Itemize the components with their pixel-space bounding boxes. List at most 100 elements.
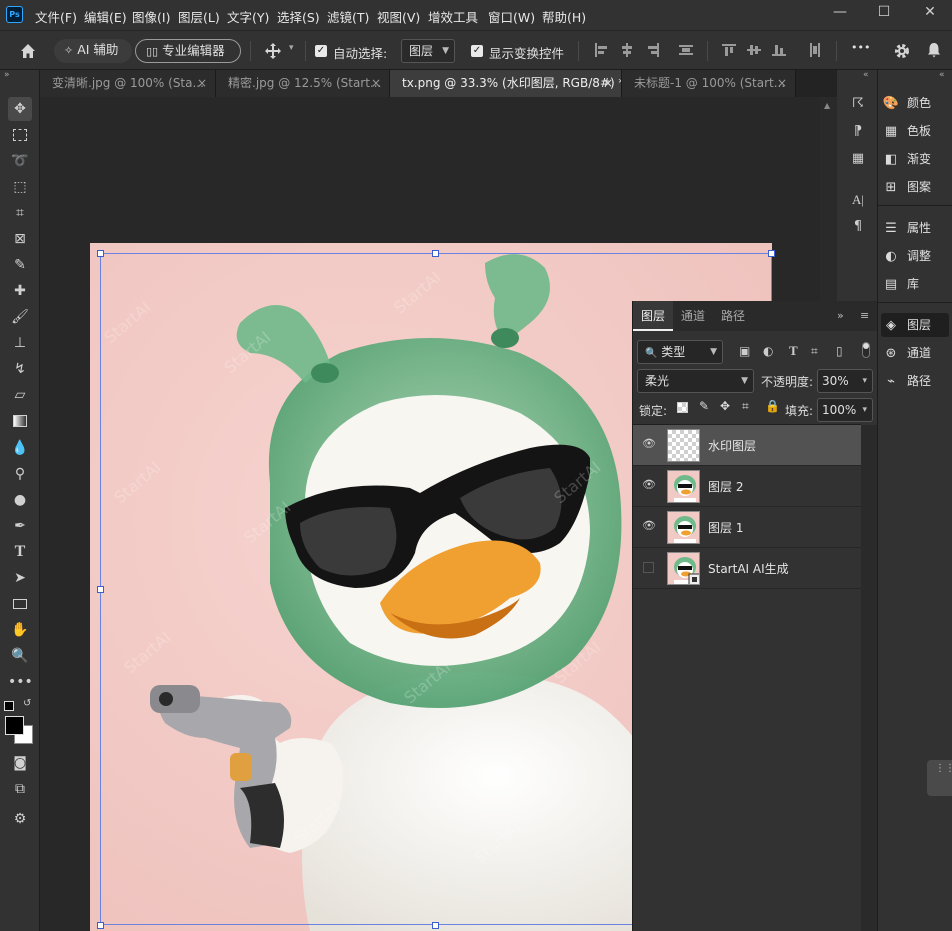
swap-colors-icon[interactable]: ↺ (23, 698, 31, 709)
move-icon[interactable] (264, 42, 282, 60)
tab-doc-3-active[interactable]: tx.png @ 33.3% (水印图层, RGB/8#) * × (390, 70, 622, 97)
lock-all-icon[interactable]: 🔒 (765, 399, 780, 413)
tab-channels[interactable]: 通道 (673, 301, 713, 331)
lock-pixels-icon[interactable]: ✎ (699, 399, 709, 413)
lasso-tool-icon[interactable]: ➰ (8, 149, 32, 173)
paragraph-icon[interactable]: ¶ (849, 218, 867, 236)
transform-handle-top-left[interactable] (97, 250, 104, 257)
blur-tool-icon[interactable]: 💧 (8, 436, 32, 460)
align-center-v-icon[interactable] (747, 43, 761, 57)
panel-button-patterns[interactable]: ⊞ 图案 (881, 175, 949, 199)
collapse-arrows-icon[interactable]: » (837, 309, 844, 322)
close-icon[interactable]: × (371, 70, 381, 96)
layer-row-layer-1[interactable]: 👁 图层 1 (633, 507, 861, 548)
chevron-down-icon[interactable]: ▾ (289, 43, 294, 53)
layers-scrollbar[interactable] (861, 425, 877, 931)
edit-toolbar-icon[interactable]: ⚙ (8, 807, 32, 831)
object-select-tool-icon[interactable]: ⬚ (8, 175, 32, 199)
healing-brush-tool-icon[interactable]: ✚ (8, 279, 32, 303)
transform-handle-left[interactable] (97, 586, 104, 593)
filter-adjustment-icon[interactable]: ◐ (763, 344, 773, 358)
gear-icon[interactable] (893, 42, 911, 60)
filter-pixel-icon[interactable]: ▣ (739, 344, 750, 358)
collapse-arrows-icon[interactable]: « (939, 70, 945, 80)
tab-doc-1[interactable]: 变清晰.jpg @ 100% (Sta... × (40, 70, 216, 97)
maximize-button[interactable]: ☐ (874, 4, 894, 24)
transform-handle-bottom[interactable] (432, 922, 439, 929)
blend-mode-dropdown[interactable]: 柔光 ▼ (637, 369, 754, 393)
close-icon[interactable]: × (777, 70, 787, 96)
auto-select-checkbox[interactable]: ✓ (315, 45, 327, 57)
ai-assist-button[interactable]: ✧ AI 辅助 (54, 39, 132, 63)
pen-tool-icon[interactable]: ✒ (8, 514, 32, 538)
scroll-up-icon[interactable]: ▲ (824, 101, 830, 110)
menu-select[interactable]: 选择(S) (277, 7, 320, 26)
menu-layer[interactable]: 图层(L) (178, 7, 220, 26)
transform-handle-bottom-left[interactable] (97, 922, 104, 929)
tab-layers[interactable]: 图层 (633, 301, 673, 331)
panel-button-paths[interactable]: ⌁ 路径 (881, 369, 949, 393)
burn-tool-icon[interactable]: ● (8, 488, 32, 512)
close-icon[interactable]: × (197, 70, 207, 96)
panel-button-gradients[interactable]: ◧ 渐变 (881, 147, 949, 171)
type-tool-icon[interactable]: T (8, 540, 32, 564)
transform-handle-top-right[interactable] (768, 250, 775, 257)
menu-window[interactable]: 窗口(W) (488, 7, 535, 26)
swatch-grid-icon[interactable]: ▦ (849, 150, 867, 168)
quick-mask-icon[interactable]: ◙ (8, 751, 32, 775)
layer-row-layer-2[interactable]: 👁 图层 2 (633, 466, 861, 507)
menu-filter[interactable]: 滤镜(T) (327, 7, 369, 26)
distribute-icon[interactable] (679, 43, 693, 57)
screen-mode-icon[interactable]: ⧉ (8, 777, 32, 801)
align-center-h-icon[interactable] (620, 43, 634, 57)
panel-button-channels[interactable]: ⊛ 通道 (881, 341, 949, 365)
bell-icon[interactable] (925, 41, 943, 59)
pro-editor-button[interactable]: ▯▯ 专业编辑器 (135, 39, 241, 63)
filter-toggle[interactable] (862, 342, 870, 358)
rectangle-tool-icon[interactable] (8, 592, 32, 616)
tab-doc-4[interactable]: 未标题-1 @ 100% (Start... × (622, 70, 796, 97)
collapse-arrows-icon[interactable]: « (863, 70, 869, 80)
menu-help[interactable]: 帮助(H) (542, 7, 586, 26)
eye-icon[interactable]: 👁 (642, 479, 656, 491)
menu-image[interactable]: 图像(I) (132, 7, 170, 26)
align-right-icon[interactable] (646, 43, 660, 57)
marquee-tool-icon[interactable] (8, 123, 32, 147)
close-icon[interactable]: × (603, 70, 613, 96)
stamp-tool-icon[interactable]: ⊥ (8, 331, 32, 355)
align-top-icon[interactable] (722, 43, 736, 57)
zoom-tool-icon[interactable]: 🔍 (8, 644, 32, 668)
menu-file[interactable]: 文件(F) (35, 7, 77, 26)
close-window-button[interactable]: ✕ (920, 4, 940, 24)
opacity-input[interactable]: 30% ▾ (817, 369, 873, 393)
layer-row-startai[interactable]: StartAI AI生成 (633, 548, 861, 589)
default-colors-icon[interactable] (4, 701, 14, 711)
eraser-tool-icon[interactable]: ▱ (8, 383, 32, 407)
transform-handle-top[interactable] (432, 250, 439, 257)
auto-select-dropdown[interactable]: 图层 ▼ (401, 39, 455, 63)
eye-icon[interactable]: 👁 (642, 438, 656, 450)
more-tools-icon[interactable]: ••• (8, 670, 33, 694)
layer-row-watermark[interactable]: 👁 水印图层 (633, 425, 861, 466)
gradient-tool-icon[interactable] (8, 409, 32, 433)
lock-transparent-icon[interactable] (677, 402, 688, 413)
lock-position-icon[interactable]: ✥ (720, 399, 730, 413)
side-drawer-handle[interactable]: ⋮⋮ (927, 760, 952, 796)
character-icon[interactable]: A| (849, 191, 867, 209)
panel-menu-icon[interactable]: ≡ (860, 309, 869, 322)
history-brush-tool-icon[interactable]: ↯ (8, 357, 32, 381)
history-icon[interactable]: ☈ (849, 95, 867, 113)
distribute-v-icon[interactable] (808, 43, 822, 57)
crop-tool-icon[interactable]: ⌗ (8, 201, 32, 225)
collapse-arrows-icon[interactable]: » (4, 70, 10, 80)
fill-input[interactable]: 100% ▾ (817, 398, 873, 422)
dodge-tool-icon[interactable]: ⚲ (8, 462, 32, 486)
tab-doc-2[interactable]: 精密.jpg @ 12.5% (Start... × (216, 70, 390, 97)
path-select-tool-icon[interactable]: ➤ (8, 566, 32, 590)
hand-tool-icon[interactable]: ✋ (8, 618, 32, 642)
menu-view[interactable]: 视图(V) (377, 7, 420, 26)
visibility-toggle-off[interactable] (643, 562, 654, 573)
filter-kind-dropdown[interactable]: 🔍 类型 ▼ (637, 340, 723, 364)
menu-edit[interactable]: 编辑(E) (84, 7, 127, 26)
align-left-icon[interactable] (594, 43, 608, 57)
